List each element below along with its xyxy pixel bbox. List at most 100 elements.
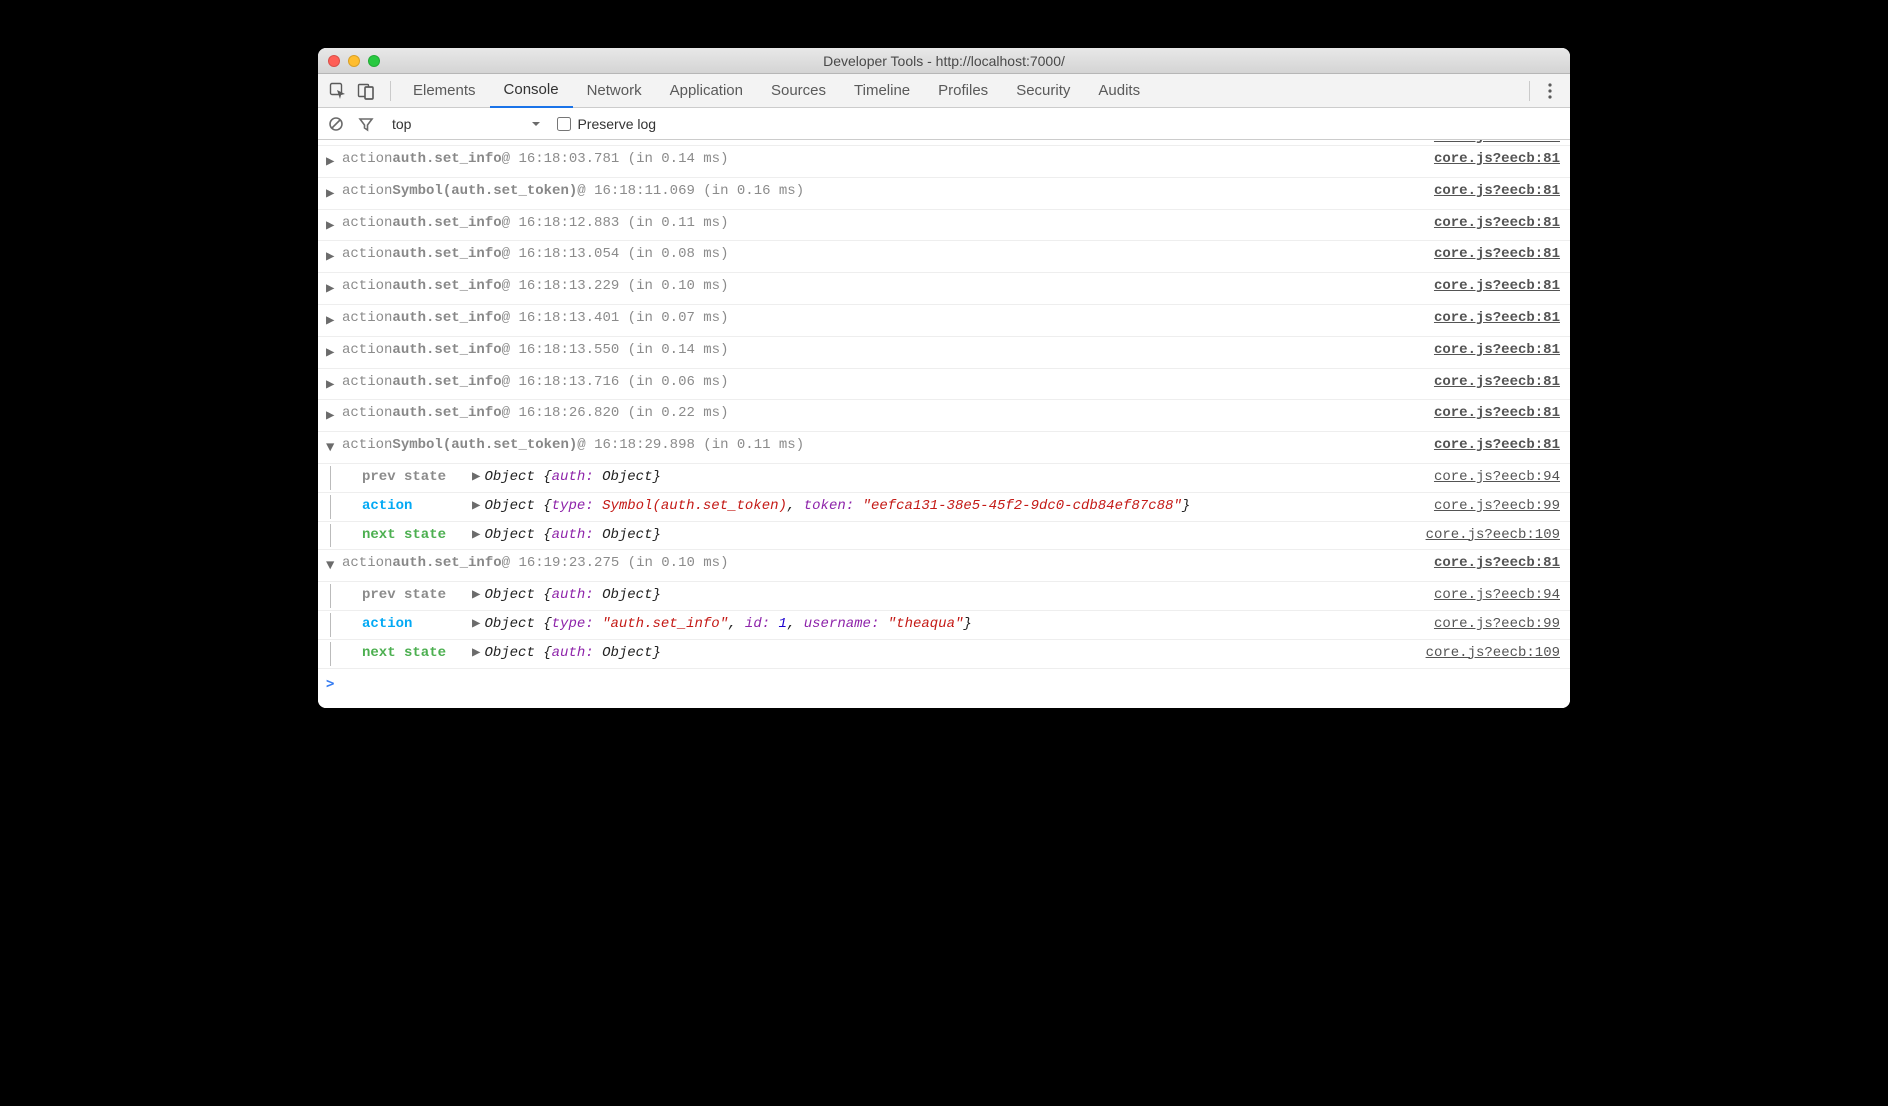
source-link[interactable]: core.js?eecb:81 bbox=[1434, 402, 1560, 429]
inspect-element-icon[interactable] bbox=[326, 79, 350, 103]
log-row: ▼action Symbol(auth.set_token) @ 16:18:2… bbox=[318, 432, 1570, 464]
tab-elements[interactable]: Elements bbox=[399, 74, 490, 108]
source-link[interactable]: core.js?eecb:81 bbox=[1434, 339, 1560, 366]
expand-toggle[interactable]: ▶ bbox=[326, 243, 342, 270]
source-link[interactable]: core.js?eecb:81 bbox=[1434, 552, 1560, 579]
log-message: action Symbol(auth.set_token) @ 16:18:11… bbox=[342, 180, 1418, 207]
log-message: action auth.set_info @ 16:18:13.716 (in … bbox=[342, 371, 1418, 398]
log-row: ▶action auth.set_info @ 16:18:13.054 (in… bbox=[318, 241, 1570, 273]
log-next-state: next state▶Object {auth: Object} core.js?… bbox=[318, 522, 1570, 551]
more-menu-icon[interactable] bbox=[1538, 83, 1562, 99]
tab-audits[interactable]: Audits bbox=[1084, 74, 1154, 108]
source-link[interactable]: core.js?eecb:94 bbox=[1434, 584, 1560, 608]
preserve-log-label: Preserve log bbox=[577, 116, 656, 132]
source-link[interactable]: core.js?eecb:81 bbox=[1434, 180, 1560, 207]
expand-toggle[interactable]: ▶ bbox=[326, 275, 342, 302]
preserve-log-toggle[interactable]: Preserve log bbox=[557, 116, 656, 132]
chevron-down-icon bbox=[531, 116, 541, 132]
log-message: action auth.set_info @ 16:18:13.229 (in … bbox=[342, 275, 1418, 302]
expand-object-toggle[interactable]: ▶ bbox=[472, 495, 480, 519]
log-next-state: next state▶Object {auth: Object} core.js?… bbox=[318, 640, 1570, 669]
log-row: ▶action auth.set_info @ 16:18:03.781 (in… bbox=[318, 146, 1570, 178]
log-row: ▶action auth.set_info @ 16:18:13.401 (in… bbox=[318, 305, 1570, 337]
clear-console-icon[interactable] bbox=[326, 116, 346, 132]
tab-console[interactable]: Console bbox=[490, 74, 573, 108]
log-row: ▶action auth.set_info @ 16:18:12.883 (in… bbox=[318, 210, 1570, 242]
prev-state-label: prev state bbox=[362, 466, 472, 490]
log-row: ▶action auth.set_info @ 16:18:26.820 (in… bbox=[318, 400, 1570, 432]
context-selector[interactable]: top bbox=[386, 116, 547, 132]
devtools-tabs: ElementsConsoleNetworkApplicationSources… bbox=[318, 74, 1570, 108]
expand-toggle[interactable]: ▶ bbox=[326, 339, 342, 366]
tab-sources[interactable]: Sources bbox=[757, 74, 840, 108]
expand-toggle[interactable]: ▶ bbox=[326, 371, 342, 398]
expand-object-toggle[interactable]: ▶ bbox=[472, 524, 480, 548]
expand-object-toggle[interactable]: ▶ bbox=[472, 613, 480, 637]
log-message: action auth.set_info @ 16:18:13.550 (in … bbox=[342, 339, 1418, 366]
expand-toggle[interactable]: ▶ bbox=[326, 212, 342, 239]
zoom-button[interactable] bbox=[368, 55, 380, 67]
expand-toggle[interactable]: ▶ bbox=[326, 402, 342, 429]
window-title: Developer Tools - http://localhost:7000/ bbox=[318, 53, 1570, 69]
action-value: Object {type: "auth.set_info", id: 1, us… bbox=[484, 613, 1418, 637]
close-button[interactable] bbox=[328, 55, 340, 67]
filter-icon[interactable] bbox=[356, 116, 376, 132]
device-toggle-icon[interactable] bbox=[354, 79, 378, 103]
log-message: action Symbol(auth.set_token) @ 16:18:29… bbox=[342, 434, 1418, 461]
log-prev-state: prev state▶Object {auth: Object}core.js?… bbox=[318, 582, 1570, 611]
tab-separator bbox=[1529, 81, 1530, 101]
tab-security[interactable]: Security bbox=[1002, 74, 1084, 108]
traffic-lights bbox=[328, 55, 380, 67]
expand-object-toggle[interactable]: ▶ bbox=[472, 584, 480, 608]
devtools-window: Developer Tools - http://localhost:7000/… bbox=[318, 48, 1570, 708]
log-action: action▶Object {type: "auth.set_info", id… bbox=[318, 611, 1570, 640]
preserve-log-checkbox[interactable] bbox=[557, 117, 571, 131]
collapse-toggle[interactable]: ▼ bbox=[326, 552, 342, 579]
prev-state-value: Object {auth: Object} bbox=[484, 584, 1418, 608]
next-state-label: next state bbox=[362, 642, 472, 666]
source-link[interactable]: core.js?eecb:81 bbox=[1434, 307, 1560, 334]
tab-separator bbox=[390, 81, 391, 101]
source-link[interactable]: core.js?eecb:99 bbox=[1434, 495, 1560, 519]
log-message: action auth.set_info @ 16:18:13.401 (in … bbox=[342, 307, 1418, 334]
log-message: action auth.set_info @ 16:18:12.883 (in … bbox=[342, 212, 1418, 239]
expand-toggle[interactable]: ▶ bbox=[326, 180, 342, 207]
action-label: action bbox=[362, 495, 472, 519]
source-link[interactable]: core.js?eecb:81 bbox=[1434, 243, 1560, 270]
console-filter-bar: top Preserve log bbox=[318, 108, 1570, 140]
tab-timeline[interactable]: Timeline bbox=[840, 74, 924, 108]
log-row: ▼action auth.set_info @ 16:19:23.275 (in… bbox=[318, 550, 1570, 582]
expand-toggle[interactable]: ▶ bbox=[326, 307, 342, 334]
tab-profiles[interactable]: Profiles bbox=[924, 74, 1002, 108]
expand-toggle[interactable]: ▶ bbox=[326, 148, 342, 175]
log-row: ▶action Symbol(auth.set_token) @ 16:18:1… bbox=[318, 178, 1570, 210]
source-link[interactable]: core.js?eecb:81 bbox=[1434, 434, 1560, 461]
log-row: ▶action auth.set_info @ 16:18:13.550 (in… bbox=[318, 337, 1570, 369]
next-state-label: next state bbox=[362, 524, 472, 548]
context-selector-label: top bbox=[392, 116, 411, 132]
console-output: core.js?eecb:81 ▶action auth.set_info @ … bbox=[318, 140, 1570, 708]
next-state-value: Object {auth: Object} bbox=[484, 642, 1409, 666]
log-row: ▶action auth.set_info @ 16:18:13.716 (in… bbox=[318, 369, 1570, 401]
source-link[interactable]: core.js?eecb:81 bbox=[1434, 212, 1560, 239]
minimize-button[interactable] bbox=[348, 55, 360, 67]
tab-application[interactable]: Application bbox=[656, 74, 757, 108]
log-message: action auth.set_info @ 16:18:26.820 (in … bbox=[342, 402, 1418, 429]
console-prompt[interactable]: > bbox=[318, 669, 1570, 709]
prompt-caret-icon: > bbox=[326, 673, 334, 697]
collapse-toggle[interactable]: ▼ bbox=[326, 434, 342, 461]
source-link[interactable]: core.js?eecb:94 bbox=[1434, 466, 1560, 490]
source-link[interactable]: core.js?eecb:81 bbox=[1434, 371, 1560, 398]
source-link[interactable]: core.js?eecb:109 bbox=[1426, 524, 1560, 548]
tab-network[interactable]: Network bbox=[573, 74, 656, 108]
log-action: action▶Object {type: Symbol(auth.set_tok… bbox=[318, 493, 1570, 522]
source-link[interactable]: core.js?eecb:99 bbox=[1434, 613, 1560, 637]
log-row: ▶action auth.set_info @ 16:18:13.229 (in… bbox=[318, 273, 1570, 305]
expand-object-toggle[interactable]: ▶ bbox=[472, 466, 480, 490]
source-link[interactable]: core.js?eecb:81 bbox=[1434, 275, 1560, 302]
next-state-value: Object {auth: Object} bbox=[484, 524, 1409, 548]
expand-object-toggle[interactable]: ▶ bbox=[472, 642, 480, 666]
source-link[interactable]: core.js?eecb:109 bbox=[1426, 642, 1560, 666]
prev-state-value: Object {auth: Object} bbox=[484, 466, 1418, 490]
source-link[interactable]: core.js?eecb:81 bbox=[1434, 148, 1560, 175]
